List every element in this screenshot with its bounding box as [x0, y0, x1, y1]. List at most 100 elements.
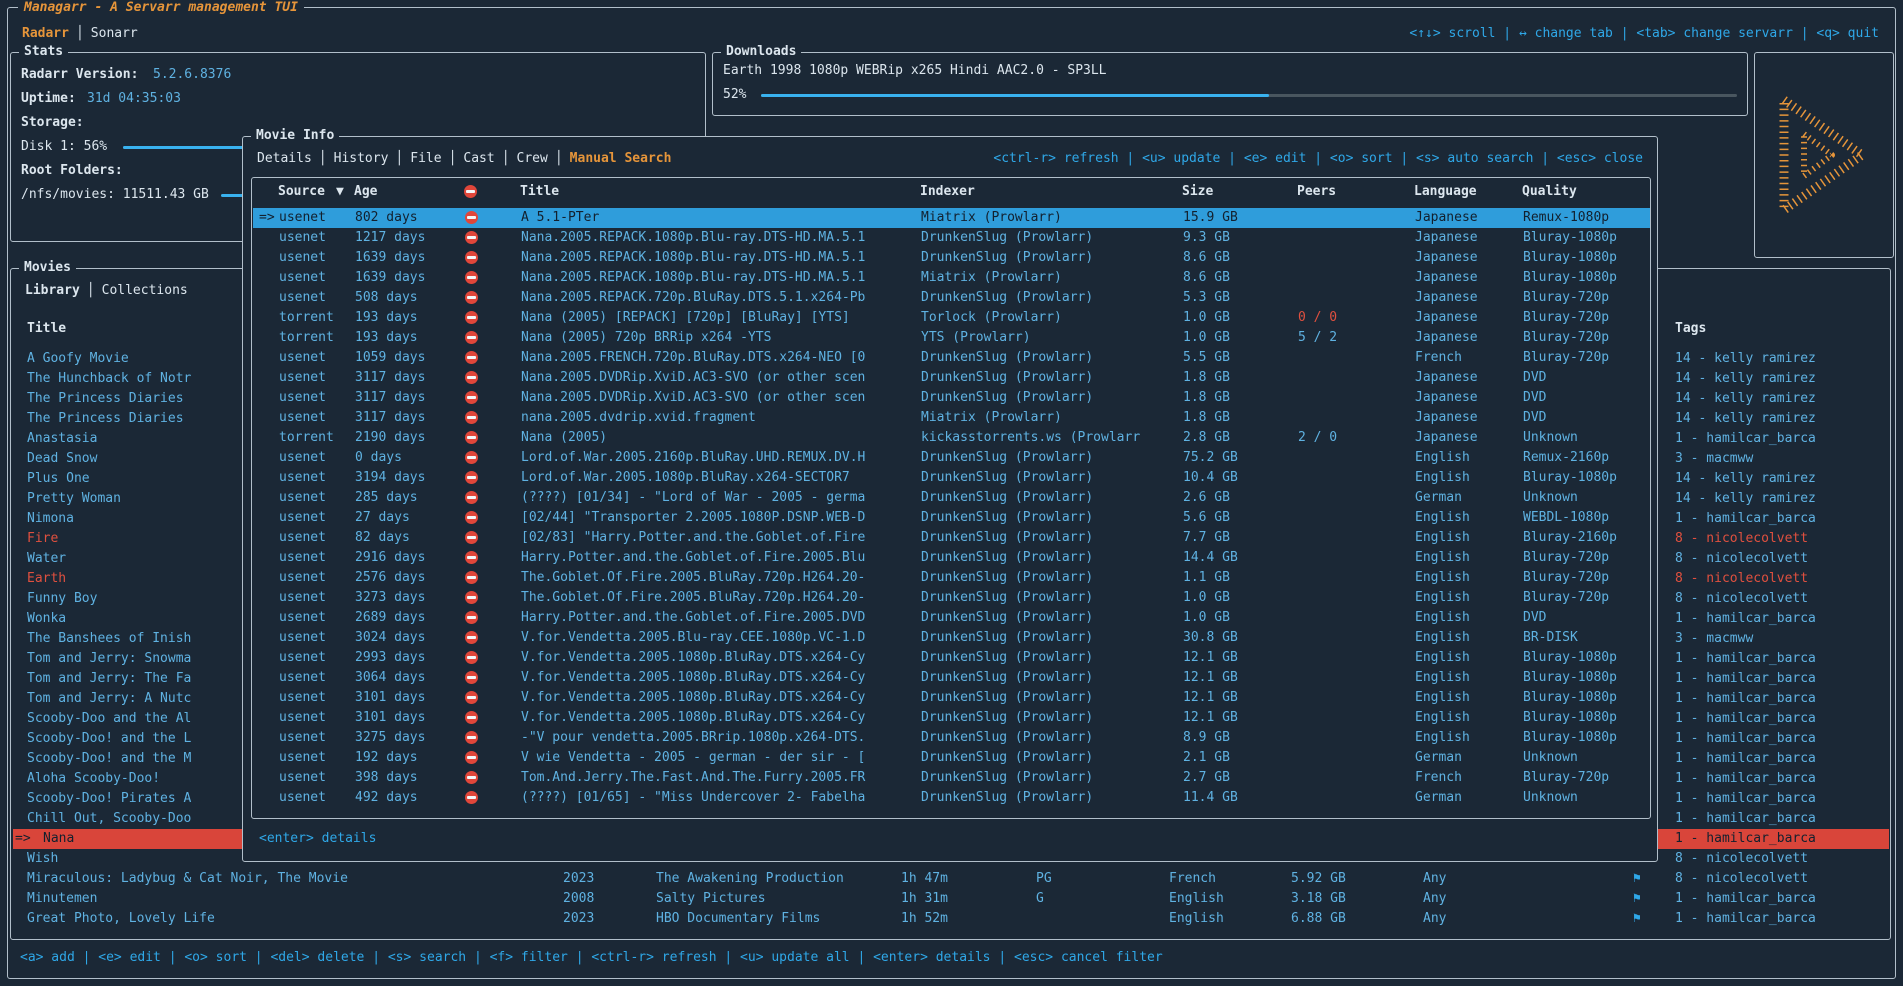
movie-row[interactable]: Great Photo, Lovely Life2023HBO Document…: [13, 909, 1889, 929]
release-quality: Bluray-720p: [1523, 288, 1649, 308]
release-size: 9.3 GB: [1183, 228, 1283, 248]
release-row[interactable]: usenet3194 daysLord.of.War.2005.1080p.Bl…: [253, 468, 1650, 488]
release-row[interactable]: usenet3117 daysNana.2005.DVDRip.XviD.AC3…: [253, 388, 1650, 408]
release-size: 1.8 GB: [1183, 388, 1283, 408]
tab-radarr[interactable]: Radarr: [22, 26, 69, 41]
release-row[interactable]: usenet2916 daysHarry.Potter.and.the.Gobl…: [253, 548, 1650, 568]
release-age: 3117 days: [355, 388, 460, 408]
release-row[interactable]: usenet492 days(????) [01/65] - "Miss Und…: [253, 788, 1650, 808]
rejection-icon: [465, 651, 478, 664]
release-age: 3194 days: [355, 468, 460, 488]
tab-sonarr[interactable]: Sonarr: [91, 26, 138, 41]
release-row[interactable]: usenet192 daysV wie Vendetta - 2005 - ge…: [253, 748, 1650, 768]
release-row[interactable]: usenet3117 daysnana.2005.dvdrip.xvid.fra…: [253, 408, 1650, 428]
release-source: usenet: [279, 508, 351, 528]
release-row[interactable]: usenet82 days[02/83] "Harry.Potter.and.t…: [253, 528, 1650, 548]
release-peers: [1298, 488, 1410, 508]
release-row[interactable]: usenet3101 daysV.for.Vendetta.2005.1080p…: [253, 708, 1650, 728]
release-row[interactable]: usenet1639 daysNana.2005.REPACK.1080p.Bl…: [253, 248, 1650, 268]
movie-row[interactable]: Miraculous: Ladybug & Cat Noir, The Movi…: [13, 869, 1889, 889]
release-language: Japanese: [1415, 388, 1519, 408]
release-size: 8.6 GB: [1183, 248, 1283, 268]
release-quality: Bluray-1080p: [1523, 668, 1649, 688]
movie-tag: 1 - hamilcar_barca: [1675, 509, 1889, 529]
release-indexer: DrunkenSlug (Prowlarr): [921, 668, 1179, 688]
release-source: usenet: [279, 788, 351, 808]
release-title: (????) [01/34] - "Lord of War - 2005 - g…: [521, 488, 917, 508]
release-size: 2.1 GB: [1183, 748, 1283, 768]
release-source: usenet: [279, 688, 351, 708]
release-row[interactable]: torrent2190 daysNana (2005)kickasstorren…: [253, 428, 1650, 448]
release-row[interactable]: usenet508 daysNana.2005.REPACK.720p.BluR…: [253, 288, 1650, 308]
release-peers: [1298, 268, 1410, 288]
release-size: 2.8 GB: [1183, 428, 1283, 448]
release-size: 1.0 GB: [1183, 608, 1283, 628]
rejection-icon: [465, 211, 478, 224]
release-source: usenet: [279, 228, 351, 248]
release-age: 3117 days: [355, 368, 460, 388]
release-quality: Bluray-720p: [1523, 308, 1649, 328]
monitored-flag-icon: ⚑: [1633, 889, 1653, 909]
release-peers: [1298, 788, 1410, 808]
tab-cast[interactable]: Cast: [463, 151, 494, 166]
release-row[interactable]: usenet3101 daysV.for.Vendetta.2005.1080p…: [253, 688, 1650, 708]
tab-file[interactable]: File: [410, 151, 441, 166]
release-row[interactable]: usenet3117 daysNana.2005.DVDRip.XviD.AC3…: [253, 368, 1650, 388]
release-row[interactable]: usenet3024 daysV.for.Vendetta.2005.Blu-r…: [253, 628, 1650, 648]
release-indexer: Miatrix (Prowlarr): [921, 268, 1179, 288]
release-peers: [1298, 648, 1410, 668]
movie-tag: 1 - hamilcar_barca: [1675, 649, 1889, 669]
release-row[interactable]: usenet27 days[02/44] "Transporter 2.2005…: [253, 508, 1650, 528]
release-source: usenet: [279, 368, 351, 388]
release-quality: Bluray-1080p: [1523, 708, 1649, 728]
rejection-icon: [465, 731, 478, 744]
release-row[interactable]: usenet2576 daysThe.Goblet.Of.Fire.2005.B…: [253, 568, 1650, 588]
release-row[interactable]: usenet285 days(????) [01/34] - "Lord of …: [253, 488, 1650, 508]
download-item[interactable]: Earth 1998 1080p WEBRip x265 Hindi AAC2.…: [723, 61, 1733, 81]
release-peers: [1298, 288, 1410, 308]
release-row[interactable]: usenet1217 daysNana.2005.REPACK.1080p.Bl…: [253, 228, 1650, 248]
tab-history[interactable]: History: [334, 151, 389, 166]
release-size: 1.0 GB: [1183, 328, 1283, 348]
movie-row[interactable]: Minutemen2008Salty Pictures1h 31mGEnglis…: [13, 889, 1889, 909]
movie-size: 3.18 GB: [1291, 889, 1401, 909]
release-age: 1059 days: [355, 348, 460, 368]
release-row[interactable]: =>usenet802 daysA 5.1-PTerMiatrix (Prowl…: [253, 208, 1650, 228]
release-language: English: [1415, 548, 1519, 568]
release-size: 1.8 GB: [1183, 368, 1283, 388]
rejection-icon: [465, 691, 478, 704]
release-age: 2993 days: [355, 648, 460, 668]
release-row[interactable]: usenet3064 daysV.for.Vendetta.2005.1080p…: [253, 668, 1650, 688]
rejection-icon: [465, 631, 478, 644]
release-row[interactable]: usenet0 daysLord.of.War.2005.2160p.BluRa…: [253, 448, 1650, 468]
release-row[interactable]: usenet3275 days-"V pour vendetta.2005.BR…: [253, 728, 1650, 748]
movie-tag: 1 - hamilcar_barca: [1675, 609, 1889, 629]
release-row[interactable]: usenet2993 daysV.for.Vendetta.2005.1080p…: [253, 648, 1650, 668]
release-age: 3024 days: [355, 628, 460, 648]
movie-language: English: [1169, 909, 1279, 929]
rejection-icon: [465, 231, 478, 244]
release-row[interactable]: usenet1639 daysNana.2005.REPACK.1080p.Bl…: [253, 268, 1650, 288]
tab-details[interactable]: Details: [257, 151, 312, 166]
movie-tag: 3 - macmww: [1675, 449, 1889, 469]
release-quality: Bluray-720p: [1523, 328, 1649, 348]
release-language: Japanese: [1415, 288, 1519, 308]
release-row[interactable]: usenet398 daysTom.And.Jerry.The.Fast.And…: [253, 768, 1650, 788]
release-indexer: DrunkenSlug (Prowlarr): [921, 508, 1179, 528]
movie-tag: 1 - hamilcar_barca: [1675, 769, 1889, 789]
release-row[interactable]: torrent193 daysNana (2005) [REPACK] [720…: [253, 308, 1650, 328]
tab-manual-search[interactable]: Manual Search: [570, 151, 672, 166]
release-peers: [1298, 568, 1410, 588]
release-row[interactable]: usenet1059 daysNana.2005.FRENCH.720p.Blu…: [253, 348, 1650, 368]
release-language: Japanese: [1415, 408, 1519, 428]
release-row[interactable]: usenet2689 daysHarry.Potter.and.the.Gobl…: [253, 608, 1650, 628]
rejection-icon: [465, 591, 478, 604]
release-size: 1.1 GB: [1183, 568, 1283, 588]
movie-tag: 8 - nicolecolvett: [1675, 589, 1889, 609]
tab-crew[interactable]: Crew: [517, 151, 548, 166]
release-age: 285 days: [355, 488, 460, 508]
release-row[interactable]: usenet3273 daysThe.Goblet.Of.Fire.2005.B…: [253, 588, 1650, 608]
release-age: 2576 days: [355, 568, 460, 588]
release-row[interactable]: torrent193 daysNana (2005) 720p BRRip x2…: [253, 328, 1650, 348]
release-peers: [1298, 508, 1410, 528]
